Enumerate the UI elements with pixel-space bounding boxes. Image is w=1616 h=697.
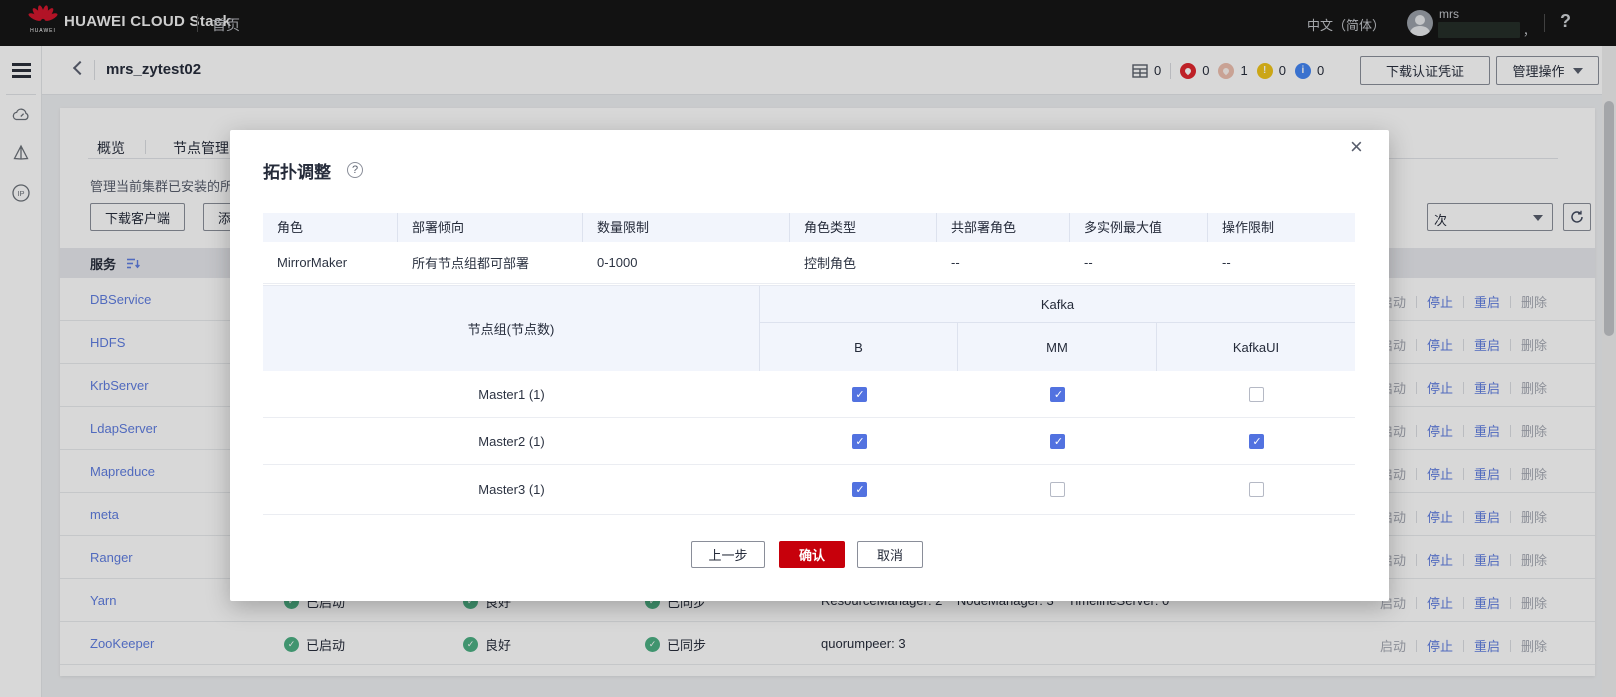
screen: HUAWEI HUAWEI CLOUD Stack 首页 中文（简体） mrs … [0,0,1616,697]
topology-row-master1: Master1 (1) [263,371,1355,418]
col-max-instances: 多实例最大值 [1070,213,1208,242]
deploy-preference: 所有节点组都可部署 [412,256,530,271]
confirm-button[interactable]: 确认 [779,541,845,568]
col-deploy-preference: 部署倾向 [398,213,583,242]
codeployed-role: -- [951,255,960,270]
topology-adjust-dialog: × 拓扑调整 ? 角色 部署倾向 数量限制 角色类型 共部署角色 多实例最大值 … [230,130,1389,601]
checkbox-master2-b[interactable] [851,433,868,450]
cancel-button[interactable]: 取消 [857,541,923,568]
checkbox-master1-b[interactable] [851,386,868,403]
checkbox-master2-mm[interactable] [1050,433,1066,450]
col-operation-limit: 操作限制 [1222,220,1275,235]
max-instances: -- [1084,255,1093,270]
checkbox-master3-kafkaui[interactable] [1248,482,1264,497]
topology-row-master3: Master3 (1) [263,465,1355,515]
role-info-table: 角色 部署倾向 数量限制 角色类型 共部署角色 多实例最大值 操作限制 Mirr… [263,213,1355,284]
role-type: 控制角色 [804,256,857,271]
operation-limit: -- [1222,255,1231,270]
help-icon[interactable]: ? [347,162,363,178]
previous-step-button[interactable]: 上一步 [691,541,765,568]
col-codeployed-role: 共部署角色 [937,213,1070,242]
kafka-header: Kafka [760,286,1355,323]
checkbox-master3-b[interactable] [851,482,868,498]
checkbox-master3-mm[interactable] [1050,482,1065,497]
quantity-limit: 0-1000 [597,255,638,270]
col-broker: B [760,323,958,371]
col-mirrormaker: MM [958,323,1157,371]
checkbox-master2-kafkaui[interactable] [1248,433,1265,450]
col-role: 角色 [263,213,398,242]
col-role-type: 角色类型 [790,213,937,242]
checkbox-master1-mm[interactable] [1050,386,1066,403]
role-name: MirrorMaker [277,255,348,270]
topology-row-master2: Master2 (1) [263,418,1355,465]
col-quantity-limit: 数量限制 [583,213,790,242]
checkbox-master1-kafkaui[interactable] [1248,386,1264,402]
role-table-header: 角色 部署倾向 数量限制 角色类型 共部署角色 多实例最大值 操作限制 [263,213,1355,242]
close-icon[interactable]: × [1350,136,1363,158]
node-group-label: Master2 (1) [478,433,545,449]
node-group-header: 节点组(节点数) [263,286,760,371]
topology-table: 节点组(节点数) Kafka B MM KafkaUI Master1 (1) … [263,285,1355,515]
col-kafkaui: KafkaUI [1157,323,1355,371]
node-group-label: Master3 (1) [478,482,545,497]
dialog-title: 拓扑调整 [263,163,331,182]
node-group-label: Master1 (1) [478,386,545,402]
role-table-row: MirrorMaker 所有节点组都可部署 0-1000 控制角色 -- -- … [263,242,1355,284]
